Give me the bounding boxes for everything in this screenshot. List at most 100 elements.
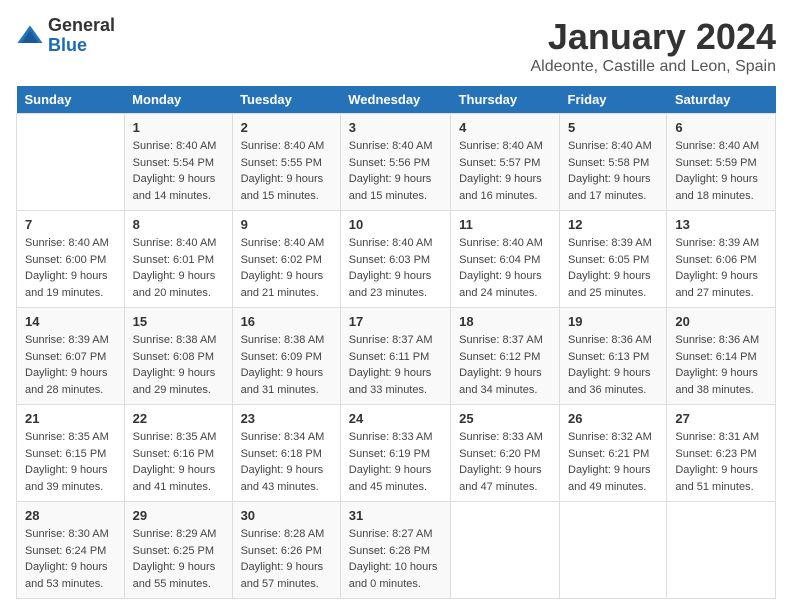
calendar-cell: 3 Sunrise: 8:40 AM Sunset: 5:56 PM Dayli… — [340, 114, 450, 211]
day-info: Sunrise: 8:38 AM Sunset: 6:08 PM Dayligh… — [133, 332, 224, 398]
sunrise-text: Sunrise: 8:40 AM — [459, 140, 543, 152]
daylight-text: Daylight: 9 hours and 25 minutes. — [568, 270, 651, 299]
calendar-table: SundayMondayTuesdayWednesdayThursdayFrid… — [16, 86, 776, 599]
sunset-text: Sunset: 5:55 PM — [241, 157, 322, 169]
calendar-cell: 23 Sunrise: 8:34 AM Sunset: 6:18 PM Dayl… — [232, 405, 340, 502]
day-info: Sunrise: 8:35 AM Sunset: 6:16 PM Dayligh… — [133, 429, 224, 495]
sunset-text: Sunset: 6:07 PM — [25, 351, 106, 363]
sunset-text: Sunset: 5:58 PM — [568, 157, 649, 169]
sunrise-text: Sunrise: 8:39 AM — [568, 237, 652, 249]
calendar-cell: 14 Sunrise: 8:39 AM Sunset: 6:07 PM Dayl… — [17, 308, 125, 405]
calendar-cell: 29 Sunrise: 8:29 AM Sunset: 6:25 PM Dayl… — [124, 502, 232, 599]
daylight-text: Daylight: 9 hours and 19 minutes. — [25, 270, 108, 299]
day-number: 2 — [241, 120, 332, 135]
logo-icon — [16, 22, 44, 50]
sunset-text: Sunset: 6:26 PM — [241, 545, 322, 557]
calendar-week-row: 1 Sunrise: 8:40 AM Sunset: 5:54 PM Dayli… — [17, 114, 776, 211]
day-number: 28 — [25, 508, 116, 523]
day-number: 13 — [675, 217, 767, 232]
calendar-cell: 10 Sunrise: 8:40 AM Sunset: 6:03 PM Dayl… — [340, 211, 450, 308]
sunset-text: Sunset: 6:11 PM — [349, 351, 430, 363]
sunset-text: Sunset: 6:03 PM — [349, 254, 430, 266]
weekday-header-row: SundayMondayTuesdayWednesdayThursdayFrid… — [17, 86, 776, 114]
daylight-text: Daylight: 9 hours and 17 minutes. — [568, 173, 651, 202]
sunrise-text: Sunrise: 8:39 AM — [25, 334, 109, 346]
daylight-text: Daylight: 9 hours and 29 minutes. — [133, 367, 216, 396]
calendar-cell: 26 Sunrise: 8:32 AM Sunset: 6:21 PM Dayl… — [560, 405, 667, 502]
calendar-cell: 19 Sunrise: 8:36 AM Sunset: 6:13 PM Dayl… — [560, 308, 667, 405]
sunrise-text: Sunrise: 8:31 AM — [675, 431, 759, 443]
day-info: Sunrise: 8:40 AM Sunset: 5:58 PM Dayligh… — [568, 138, 658, 204]
sunrise-text: Sunrise: 8:29 AM — [133, 528, 217, 540]
day-info: Sunrise: 8:39 AM Sunset: 6:07 PM Dayligh… — [25, 332, 116, 398]
daylight-text: Daylight: 9 hours and 33 minutes. — [349, 367, 432, 396]
day-info: Sunrise: 8:40 AM Sunset: 5:54 PM Dayligh… — [133, 138, 224, 204]
daylight-text: Daylight: 9 hours and 16 minutes. — [459, 173, 542, 202]
sunrise-text: Sunrise: 8:39 AM — [675, 237, 759, 249]
daylight-text: Daylight: 9 hours and 34 minutes. — [459, 367, 542, 396]
sunset-text: Sunset: 6:13 PM — [568, 351, 649, 363]
calendar-cell: 5 Sunrise: 8:40 AM Sunset: 5:58 PM Dayli… — [560, 114, 667, 211]
sunset-text: Sunset: 6:18 PM — [241, 448, 322, 460]
sunrise-text: Sunrise: 8:40 AM — [675, 140, 759, 152]
day-info: Sunrise: 8:40 AM Sunset: 5:59 PM Dayligh… — [675, 138, 767, 204]
sunset-text: Sunset: 5:59 PM — [675, 157, 756, 169]
daylight-text: Daylight: 9 hours and 31 minutes. — [241, 367, 324, 396]
sunrise-text: Sunrise: 8:32 AM — [568, 431, 652, 443]
day-info: Sunrise: 8:37 AM Sunset: 6:11 PM Dayligh… — [349, 332, 442, 398]
sunrise-text: Sunrise: 8:40 AM — [459, 237, 543, 249]
day-number: 15 — [133, 314, 224, 329]
calendar-cell: 27 Sunrise: 8:31 AM Sunset: 6:23 PM Dayl… — [667, 405, 776, 502]
month-title: January 2024 — [530, 16, 776, 58]
day-info: Sunrise: 8:36 AM Sunset: 6:13 PM Dayligh… — [568, 332, 658, 398]
day-info: Sunrise: 8:34 AM Sunset: 6:18 PM Dayligh… — [241, 429, 332, 495]
calendar-cell: 25 Sunrise: 8:33 AM Sunset: 6:20 PM Dayl… — [451, 405, 560, 502]
sunset-text: Sunset: 6:08 PM — [133, 351, 214, 363]
sunrise-text: Sunrise: 8:37 AM — [349, 334, 433, 346]
weekday-header-thursday: Thursday — [451, 86, 560, 114]
calendar-cell: 18 Sunrise: 8:37 AM Sunset: 6:12 PM Dayl… — [451, 308, 560, 405]
calendar-header: SundayMondayTuesdayWednesdayThursdayFrid… — [17, 86, 776, 114]
sunset-text: Sunset: 6:23 PM — [675, 448, 756, 460]
sunrise-text: Sunrise: 8:36 AM — [568, 334, 652, 346]
calendar-cell: 7 Sunrise: 8:40 AM Sunset: 6:00 PM Dayli… — [17, 211, 125, 308]
calendar-week-row: 28 Sunrise: 8:30 AM Sunset: 6:24 PM Dayl… — [17, 502, 776, 599]
daylight-text: Daylight: 9 hours and 45 minutes. — [349, 464, 432, 493]
day-number: 14 — [25, 314, 116, 329]
day-info: Sunrise: 8:33 AM Sunset: 6:20 PM Dayligh… — [459, 429, 551, 495]
daylight-text: Daylight: 9 hours and 21 minutes. — [241, 270, 324, 299]
title-section: January 2024 Aldeonte, Castille and Leon… — [530, 16, 776, 76]
calendar-cell: 21 Sunrise: 8:35 AM Sunset: 6:15 PM Dayl… — [17, 405, 125, 502]
sunset-text: Sunset: 6:04 PM — [459, 254, 540, 266]
calendar-cell: 17 Sunrise: 8:37 AM Sunset: 6:11 PM Dayl… — [340, 308, 450, 405]
day-info: Sunrise: 8:38 AM Sunset: 6:09 PM Dayligh… — [241, 332, 332, 398]
daylight-text: Daylight: 9 hours and 49 minutes. — [568, 464, 651, 493]
day-info: Sunrise: 8:33 AM Sunset: 6:19 PM Dayligh… — [349, 429, 442, 495]
day-number: 27 — [675, 411, 767, 426]
day-number: 25 — [459, 411, 551, 426]
calendar-cell: 13 Sunrise: 8:39 AM Sunset: 6:06 PM Dayl… — [667, 211, 776, 308]
sunset-text: Sunset: 6:28 PM — [349, 545, 430, 557]
calendar-week-row: 14 Sunrise: 8:39 AM Sunset: 6:07 PM Dayl… — [17, 308, 776, 405]
day-info: Sunrise: 8:29 AM Sunset: 6:25 PM Dayligh… — [133, 526, 224, 592]
calendar-cell: 20 Sunrise: 8:36 AM Sunset: 6:14 PM Dayl… — [667, 308, 776, 405]
weekday-header-tuesday: Tuesday — [232, 86, 340, 114]
calendar-cell: 31 Sunrise: 8:27 AM Sunset: 6:28 PM Dayl… — [340, 502, 450, 599]
daylight-text: Daylight: 9 hours and 51 minutes. — [675, 464, 758, 493]
sunset-text: Sunset: 6:24 PM — [25, 545, 106, 557]
day-info: Sunrise: 8:36 AM Sunset: 6:14 PM Dayligh… — [675, 332, 767, 398]
day-info: Sunrise: 8:40 AM Sunset: 6:04 PM Dayligh… — [459, 235, 551, 301]
sunset-text: Sunset: 6:15 PM — [25, 448, 106, 460]
calendar-cell: 22 Sunrise: 8:35 AM Sunset: 6:16 PM Dayl… — [124, 405, 232, 502]
weekday-header-wednesday: Wednesday — [340, 86, 450, 114]
sunrise-text: Sunrise: 8:36 AM — [675, 334, 759, 346]
sunrise-text: Sunrise: 8:30 AM — [25, 528, 109, 540]
day-number: 18 — [459, 314, 551, 329]
daylight-text: Daylight: 9 hours and 15 minutes. — [349, 173, 432, 202]
day-info: Sunrise: 8:40 AM Sunset: 6:03 PM Dayligh… — [349, 235, 442, 301]
calendar-cell: 12 Sunrise: 8:39 AM Sunset: 6:05 PM Dayl… — [560, 211, 667, 308]
logo-text: General Blue — [48, 16, 115, 56]
weekday-header-friday: Friday — [560, 86, 667, 114]
sunset-text: Sunset: 6:05 PM — [568, 254, 649, 266]
day-info: Sunrise: 8:40 AM Sunset: 5:56 PM Dayligh… — [349, 138, 442, 204]
